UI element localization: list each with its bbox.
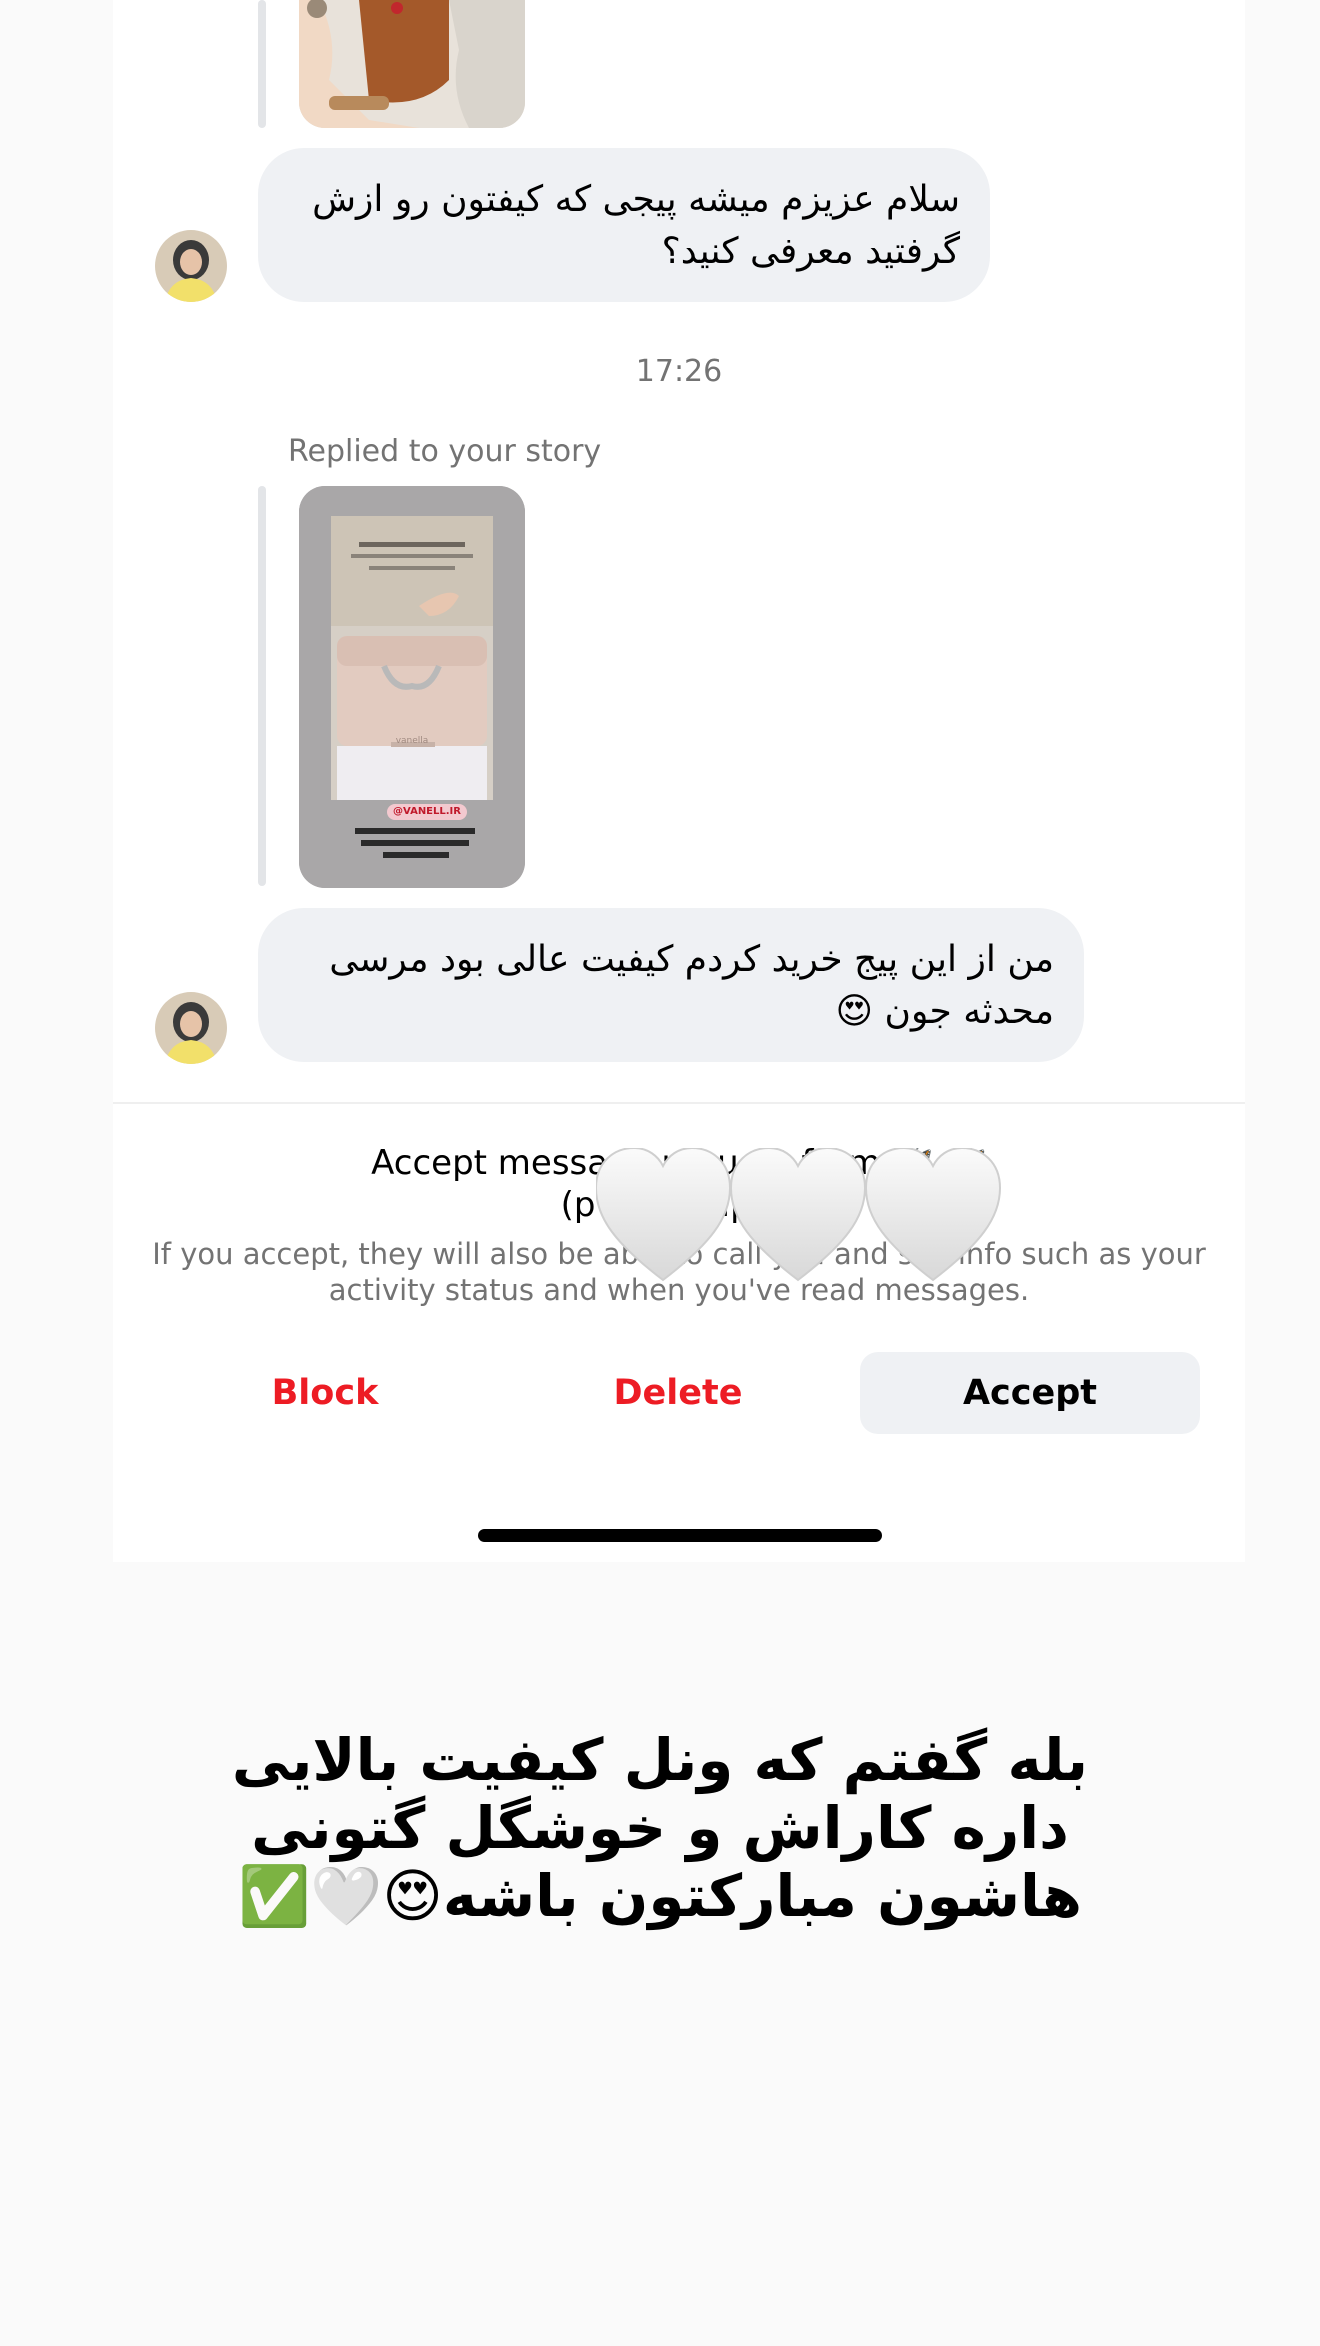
sender-avatar[interactable] (155, 230, 227, 302)
story-thumbnail[interactable]: @VANELL.IR vanella (299, 486, 525, 888)
bag-photo (299, 0, 525, 128)
overlay-caption: بله گفتم که ونل کیفیت بالایی داره کاراش … (231, 1726, 1089, 1930)
story-handle-tag: @VANELL.IR (393, 806, 461, 817)
delete-button[interactable]: Delete (508, 1352, 848, 1434)
story-brand-text: vanella (395, 736, 429, 746)
white-heart-icon (596, 1148, 732, 1282)
message-bubble[interactable]: من از این پیج خرید کردم کیفیت عالی بود م… (258, 908, 1084, 1062)
sender-avatar[interactable] (155, 992, 227, 1064)
accept-button[interactable]: Accept (860, 1352, 1200, 1434)
white-heart-icon (729, 1148, 867, 1282)
block-button[interactable]: Block (155, 1352, 495, 1434)
home-indicator (478, 1529, 882, 1542)
story-thumbnail-top[interactable] (299, 0, 525, 128)
avatar-photo (155, 992, 227, 1064)
story-preview-image (299, 486, 525, 888)
reply-thread-line (258, 0, 266, 128)
message-text: سلام عزیزم میشه پیجی که کیفتون رو ازش گر… (312, 179, 960, 272)
white-heart-icon (864, 1148, 1002, 1282)
message-bubble[interactable]: سلام عزیزم میشه پیجی که کیفتون رو ازش گر… (258, 148, 990, 302)
avatar-photo (155, 230, 227, 302)
replied-to-story-label: Replied to your story (288, 434, 602, 469)
reply-thread-line (258, 486, 266, 886)
message-text: من از این پیج خرید کردم کیفیت عالی بود م… (329, 939, 1054, 1032)
divider (113, 1102, 1245, 1104)
heart-stickers (596, 1148, 1002, 1282)
message-timestamp: 17:26 (635, 354, 723, 389)
